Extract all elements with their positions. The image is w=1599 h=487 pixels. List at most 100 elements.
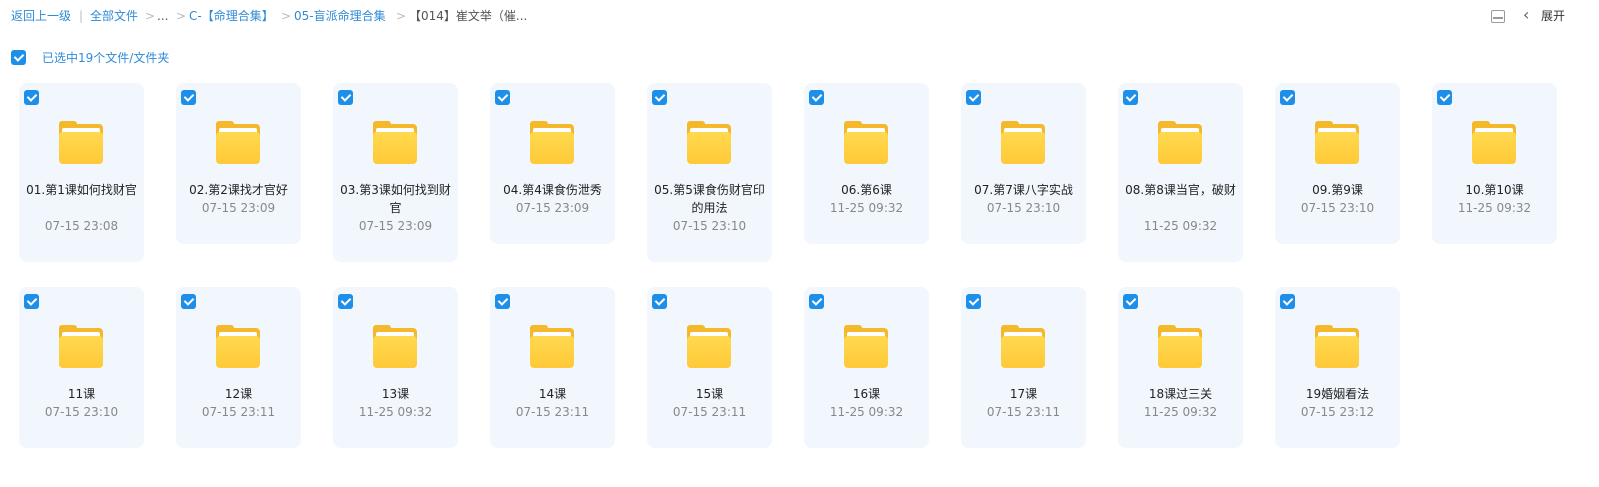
folder-checkbox[interactable] [24, 90, 39, 105]
folder-name[interactable]: 10.第10课 [1438, 181, 1551, 199]
folder-date: 07-15 23:09 [201, 201, 276, 215]
folder-card[interactable]: 19婚姻看法 07-15 23:12 [1275, 287, 1400, 448]
folder-name[interactable]: 09.第9课 [1281, 181, 1394, 199]
folder-card[interactable]: 13课 11-25 09:32 [333, 287, 458, 448]
folder-date: 07-15 23:11 [672, 405, 747, 419]
folder-icon [59, 121, 103, 164]
folder-checkbox[interactable] [181, 90, 196, 105]
folder-date: 11-25 09:32 [358, 405, 433, 419]
folder-card[interactable]: 12课 07-15 23:11 [176, 287, 301, 448]
folder-card[interactable]: 08.第8课当官，破财 11-25 09:32 [1118, 83, 1243, 262]
breadcrumb-ellipsis[interactable]: ... [157, 7, 168, 25]
folder-card[interactable]: 04.第4课食伤泄秀 07-15 23:09 [490, 83, 615, 244]
folder-checkbox[interactable] [809, 294, 824, 309]
folder-checkbox[interactable] [24, 294, 39, 309]
folder-card[interactable]: 16课 11-25 09:32 [804, 287, 929, 448]
folder-checkbox[interactable] [1280, 294, 1295, 309]
folder-checkbox[interactable] [652, 90, 667, 105]
breadcrumb-all-files[interactable]: 全部文件 [90, 7, 138, 25]
folder-icon [687, 325, 731, 368]
folder-card[interactable]: 14课 07-15 23:11 [490, 287, 615, 448]
folder-card[interactable]: 03.第3课如何找到财官 07-15 23:09 [333, 83, 458, 262]
folder-icon [1158, 325, 1202, 368]
folder-date: 11-25 09:32 [1143, 219, 1218, 233]
folder-icon [844, 121, 888, 164]
folder-date: 11-25 09:32 [1457, 201, 1532, 215]
folder-date: 07-15 23:08 [44, 219, 119, 233]
folder-name[interactable]: 03.第3课如何找到财官 [339, 181, 452, 217]
chevron-left-icon[interactable]: ‹ [1523, 7, 1529, 23]
folder-checkbox[interactable] [495, 294, 510, 309]
selection-count-label: 已选中19个文件/文件夹 [42, 51, 170, 65]
back-link[interactable]: 返回上一级 [11, 7, 71, 25]
folder-card[interactable]: 18课过三关 11-25 09:32 [1118, 287, 1243, 448]
folder-name[interactable]: 12课 [182, 385, 295, 403]
folder-icon [373, 121, 417, 164]
folder-checkbox[interactable] [1123, 294, 1138, 309]
folder-date: 07-15 23:10 [986, 201, 1061, 215]
folder-card[interactable]: 01.第1课如何找财官 07-15 23:08 [19, 83, 144, 262]
folder-checkbox[interactable] [652, 294, 667, 309]
folder-icon [1001, 121, 1045, 164]
folder-name[interactable]: 08.第8课当官，破财 [1124, 181, 1237, 199]
folder-name[interactable]: 15课 [653, 385, 766, 403]
folder-name[interactable]: 14课 [496, 385, 609, 403]
folder-checkbox[interactable] [809, 90, 824, 105]
expand-button[interactable]: 展开 [1541, 7, 1565, 25]
folder-card[interactable]: 15课 07-15 23:11 [647, 287, 772, 448]
folder-checkbox[interactable] [1123, 90, 1138, 105]
folder-checkbox[interactable] [338, 294, 353, 309]
breadcrumb-separator: > [176, 9, 187, 23]
folder-name[interactable]: 07.第7课八字实战 [967, 181, 1080, 199]
folder-checkbox[interactable] [338, 90, 353, 105]
view-controls: ‹ 展开 [1489, 7, 1599, 25]
folder-checkbox[interactable] [966, 294, 981, 309]
folder-checkbox[interactable] [495, 90, 510, 105]
folder-checkbox[interactable] [181, 294, 196, 309]
folder-card[interactable]: 09.第9课 07-15 23:10 [1275, 83, 1400, 244]
folder-card[interactable]: 07.第7课八字实战 07-15 23:10 [961, 83, 1086, 244]
folder-name[interactable]: 01.第1课如何找财官 [25, 181, 138, 199]
folder-name[interactable]: 13课 [339, 385, 452, 403]
breadcrumb-separator: > [281, 9, 292, 23]
breadcrumb-folder-05[interactable]: 05-盲派命理合集 [294, 7, 386, 25]
folder-icon [1001, 325, 1045, 368]
folder-icon [59, 325, 103, 368]
folder-icon [844, 325, 888, 368]
folder-name[interactable]: 18课过三关 [1124, 385, 1237, 403]
folder-name[interactable]: 02.第2课找才官好 [182, 181, 295, 199]
folder-checkbox[interactable] [966, 90, 981, 105]
breadcrumb-separator: | [79, 9, 84, 23]
folder-name[interactable]: 04.第4课食伤泄秀 [496, 181, 609, 199]
folder-icon [1315, 325, 1359, 368]
folder-date: 07-15 23:12 [1300, 405, 1375, 419]
folder-date: 07-15 23:11 [515, 405, 590, 419]
folder-card[interactable]: 17课 07-15 23:11 [961, 287, 1086, 448]
folder-card[interactable]: 02.第2课找才官好 07-15 23:09 [176, 83, 301, 244]
breadcrumb-folder-c[interactable]: C-【命理合集】 [189, 7, 274, 25]
folder-name[interactable]: 06.第6课 [810, 181, 923, 199]
folder-name[interactable]: 19婚姻看法 [1281, 385, 1394, 403]
folder-name[interactable]: 05.第5课食伤财官印的用法 [653, 181, 766, 217]
folder-name[interactable]: 17课 [967, 385, 1080, 403]
folder-checkbox[interactable] [1437, 90, 1452, 105]
folder-name[interactable]: 16课 [810, 385, 923, 403]
folder-icon [373, 325, 417, 368]
select-all-checkbox[interactable] [11, 50, 26, 65]
folder-date: 07-15 23:11 [986, 405, 1061, 419]
folder-date: 11-25 09:32 [829, 201, 904, 215]
folder-icon [1315, 121, 1359, 164]
folder-card[interactable]: 06.第6课 11-25 09:32 [804, 83, 929, 244]
folder-checkbox[interactable] [1280, 90, 1295, 105]
folder-icon [530, 121, 574, 164]
folder-card[interactable]: 11课 07-15 23:10 [19, 287, 144, 448]
breadcrumb-current: 【014】崔文举（催... [409, 9, 528, 23]
folder-card[interactable]: 10.第10课 11-25 09:32 [1432, 83, 1557, 244]
folder-icon [687, 121, 731, 164]
folder-card[interactable]: 05.第5课食伤财官印的用法 07-15 23:10 [647, 83, 772, 262]
folder-name[interactable]: 11课 [25, 385, 138, 403]
folder-date: 11-25 09:32 [829, 405, 904, 419]
folder-date: 07-15 23:10 [1300, 201, 1375, 215]
list-view-icon[interactable] [1491, 10, 1505, 23]
breadcrumb-separator: > [145, 9, 156, 23]
